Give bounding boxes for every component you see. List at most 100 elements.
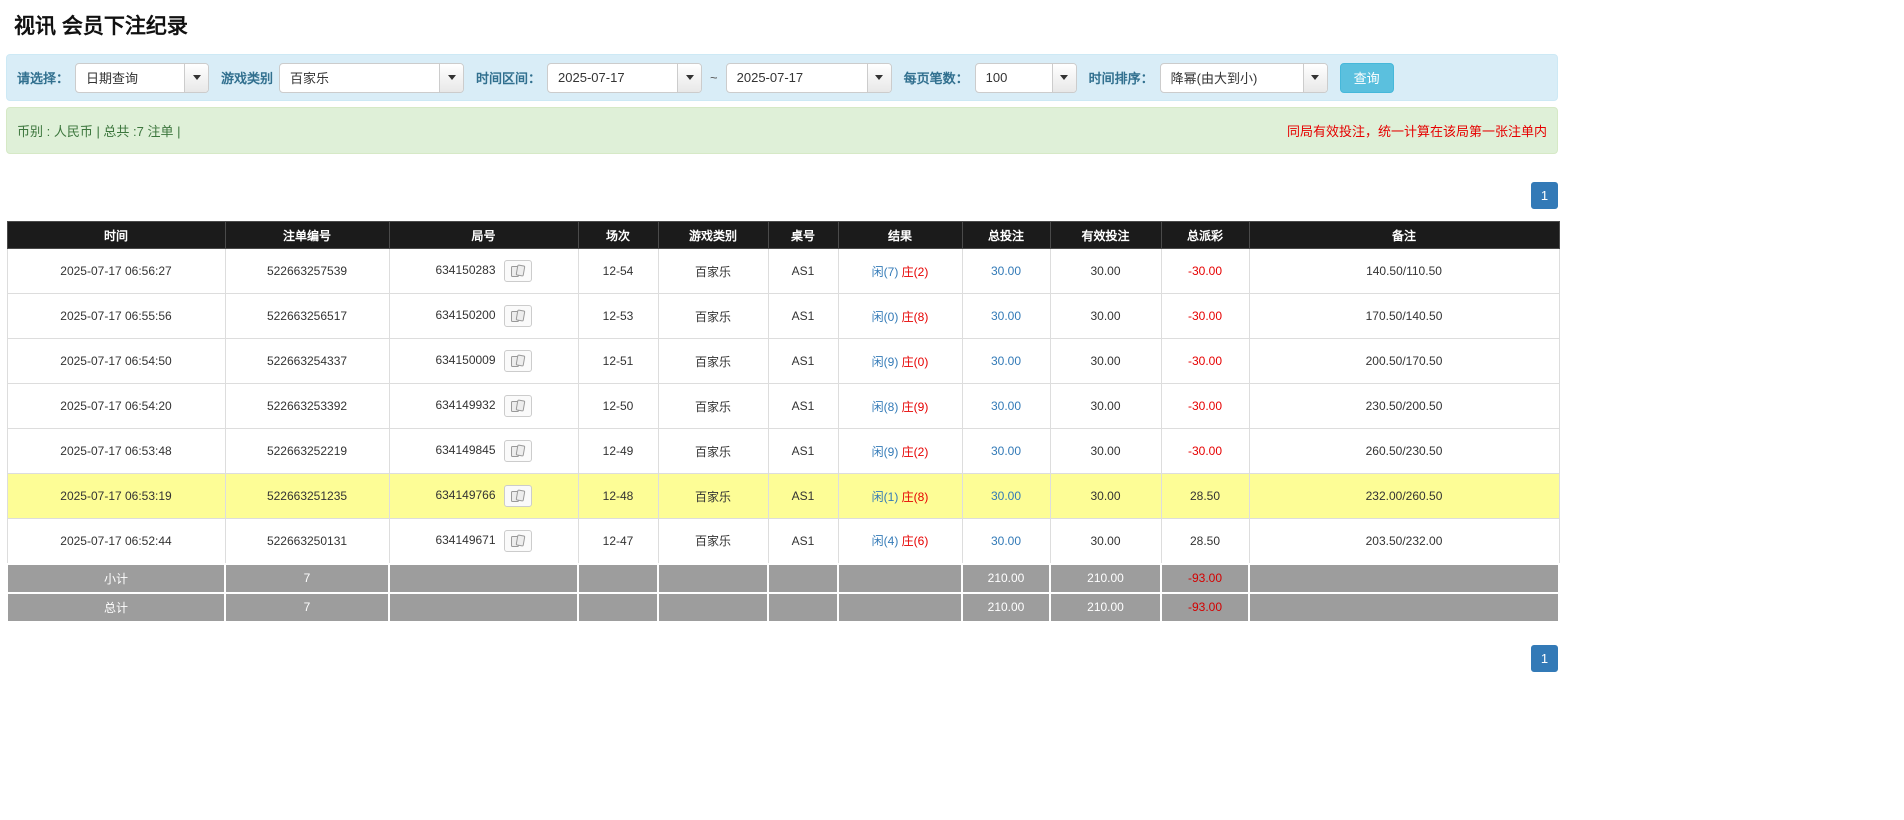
summary-count-cell: 7: [225, 593, 389, 622]
column-header: 总投注: [962, 222, 1050, 249]
page-size-combo[interactable]: 100: [975, 63, 1077, 93]
result-cell: 闲(7) 庄(2): [838, 249, 962, 294]
date-to-combo[interactable]: 2025-07-17: [726, 63, 892, 93]
valid-bet-cell: 30.00: [1050, 294, 1161, 339]
sort-order-caret-button[interactable]: [1303, 64, 1327, 92]
round-id: 634149932: [435, 398, 495, 412]
result-cell: 闲(9) 庄(0): [838, 339, 962, 384]
round-detail-button[interactable]: [504, 485, 532, 507]
total-bet-link[interactable]: 30.00: [991, 444, 1021, 458]
date-from-caret-button[interactable]: [677, 64, 701, 92]
valid-bet-note: 同局有效投注，统一计算在该局第一张注单内: [1287, 121, 1547, 140]
page-1-button[interactable]: 1: [1531, 645, 1558, 672]
game-type-caret-button[interactable]: [439, 64, 463, 92]
total-bet-link[interactable]: 30.00: [991, 309, 1021, 323]
empty-cell: [1249, 564, 1559, 593]
round-id-cell: 634149766: [389, 474, 578, 519]
empty-cell: [389, 564, 578, 593]
table-row: 2025-07-17 06:54:50522663254337634150009…: [7, 339, 1559, 384]
total-bet-link[interactable]: 30.00: [991, 489, 1021, 503]
pagination-bottom: 1: [6, 645, 1558, 672]
round-detail-button[interactable]: [504, 530, 532, 552]
page-size-label: 每页笔数：: [904, 68, 969, 87]
cards-icon: [510, 309, 526, 323]
total-bet-cell: 30.00: [962, 384, 1050, 429]
column-header: 时间: [7, 222, 225, 249]
query-type-caret-button[interactable]: [184, 64, 208, 92]
table-header: 时间注单编号局号场次游戏类别桌号结果总投注有效投注总派彩备注: [7, 222, 1559, 249]
page-1-button[interactable]: 1: [1531, 182, 1558, 209]
table-no-cell: AS1: [768, 429, 838, 474]
page-size-caret-button[interactable]: [1052, 64, 1076, 92]
cards-icon: [510, 354, 526, 368]
game-type-value: 百家乐: [280, 64, 439, 92]
bet-id-cell: 522663256517: [225, 294, 389, 339]
game-type-combo[interactable]: 百家乐: [279, 63, 464, 93]
table-no-cell: AS1: [768, 474, 838, 519]
round-id-cell: 634149671: [389, 519, 578, 564]
round-detail-button[interactable]: [504, 440, 532, 462]
date-range-separator: ~: [710, 70, 718, 85]
column-header: 游戏类别: [658, 222, 768, 249]
time-cell: 2025-07-17 06:55:56: [7, 294, 225, 339]
date-from-combo[interactable]: 2025-07-17: [547, 63, 702, 93]
round-detail-button[interactable]: [504, 260, 532, 282]
result-cell: 闲(8) 庄(9): [838, 384, 962, 429]
total-bet-cell: 30.00: [962, 519, 1050, 564]
empty-cell: [389, 593, 578, 622]
query-type-combo[interactable]: 日期查询: [75, 63, 209, 93]
sort-order-label: 时间排序：: [1089, 68, 1154, 87]
total-bet-link[interactable]: 30.00: [991, 534, 1021, 548]
note-cell: 200.50/170.50: [1249, 339, 1559, 384]
table-no-cell: AS1: [768, 249, 838, 294]
payout-cell: 28.50: [1161, 474, 1249, 519]
valid-bet-cell: 30.00: [1050, 474, 1161, 519]
page: 视讯 会员下注纪录 请选择： 日期查询 游戏类别 百家乐 时间区间： 2025-…: [6, 0, 1558, 672]
cards-icon: [510, 534, 526, 548]
game-type-cell: 百家乐: [658, 474, 768, 519]
summary-label-cell: 总计: [7, 593, 225, 622]
result-player: 闲(9): [872, 355, 899, 369]
session-cell: 12-49: [578, 429, 658, 474]
table-header-row: 时间注单编号局号场次游戏类别桌号结果总投注有效投注总派彩备注: [7, 222, 1559, 249]
result-player: 闲(7): [872, 265, 899, 279]
chevron-down-icon: [1060, 75, 1068, 80]
bet-id-cell: 522663250131: [225, 519, 389, 564]
round-id-cell: 634149845: [389, 429, 578, 474]
valid-bet-cell: 30.00: [1050, 339, 1161, 384]
result-cell: 闲(0) 庄(8): [838, 294, 962, 339]
result-cell: 闲(9) 庄(2): [838, 429, 962, 474]
round-id: 634150009: [435, 353, 495, 367]
table-row: 2025-07-17 06:53:19522663251235634149766…: [7, 474, 1559, 519]
result-banker: 庄(9): [902, 400, 929, 414]
column-header: 局号: [389, 222, 578, 249]
date-to-caret-button[interactable]: [867, 64, 891, 92]
cards-icon: [510, 399, 526, 413]
summary-payout-cell: -93.00: [1161, 593, 1249, 622]
round-detail-button[interactable]: [504, 305, 532, 327]
round-id: 634149845: [435, 443, 495, 457]
round-id: 634149766: [435, 488, 495, 502]
total-bet-link[interactable]: 30.00: [991, 264, 1021, 278]
session-cell: 12-51: [578, 339, 658, 384]
chevron-down-icon: [193, 75, 201, 80]
total-bet-link[interactable]: 30.00: [991, 354, 1021, 368]
sort-order-combo[interactable]: 降幂(由大到小): [1160, 63, 1328, 93]
round-detail-button[interactable]: [504, 395, 532, 417]
game-type-label: 游戏类别: [221, 68, 273, 87]
result-banker: 庄(2): [902, 265, 929, 279]
result-cell: 闲(4) 庄(6): [838, 519, 962, 564]
search-button[interactable]: 查询: [1340, 63, 1394, 93]
result-cell: 闲(1) 庄(8): [838, 474, 962, 519]
table-row: 2025-07-17 06:53:48522663252219634149845…: [7, 429, 1559, 474]
round-detail-button[interactable]: [504, 350, 532, 372]
empty-cell: [1249, 593, 1559, 622]
total-bet-link[interactable]: 30.00: [991, 399, 1021, 413]
cards-icon: [510, 264, 526, 278]
pagination-top: 1: [6, 182, 1558, 209]
result-player: 闲(1): [872, 490, 899, 504]
empty-cell: [578, 593, 658, 622]
valid-bet-cell: 30.00: [1050, 249, 1161, 294]
empty-cell: [578, 564, 658, 593]
table-row: 2025-07-17 06:54:20522663253392634149932…: [7, 384, 1559, 429]
